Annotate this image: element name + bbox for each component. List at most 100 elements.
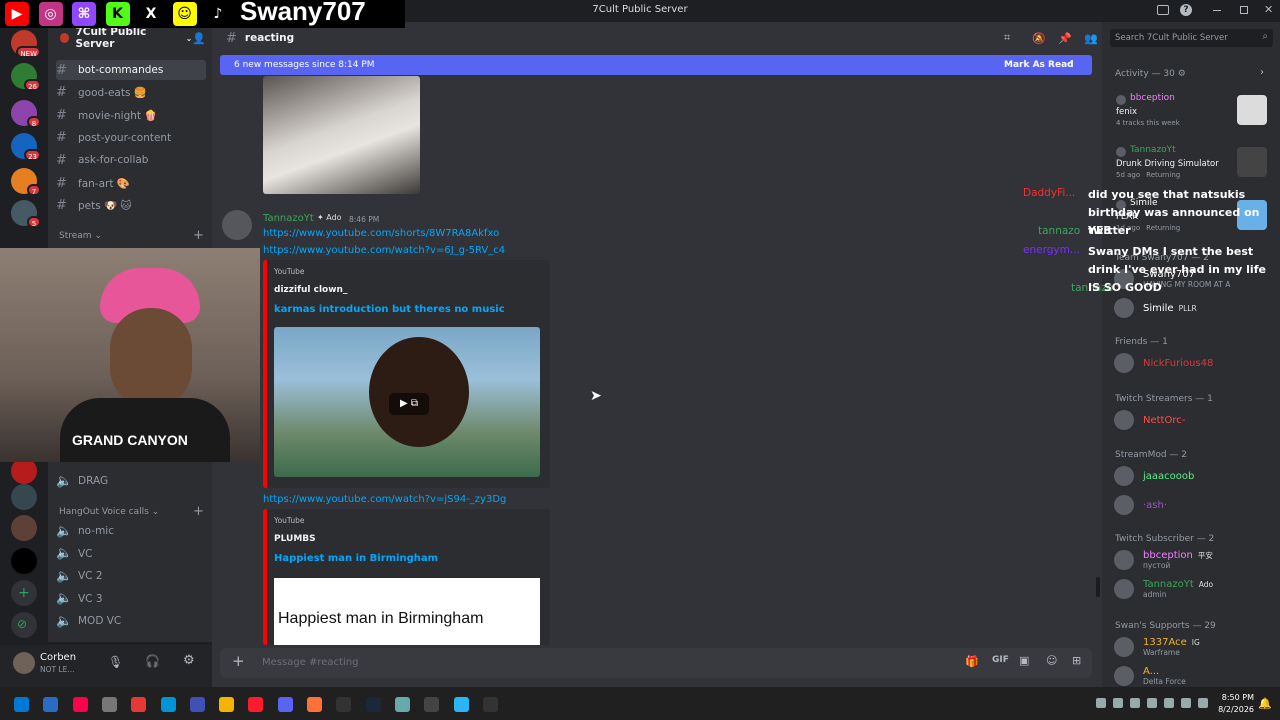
message-link[interactable]: https://www.youtube.com/shorts/8W7RA8Akf… (263, 228, 499, 239)
voice-channel-item[interactable]: 🔈 no-mic (56, 521, 206, 541)
activity-avatar[interactable] (1116, 147, 1126, 157)
voice-channel-item[interactable]: 🔈 DRAG (56, 471, 206, 491)
voice-channel-item[interactable]: 🔈 VC 2 (56, 566, 206, 586)
server-icon[interactable] (11, 515, 37, 541)
windows-icon[interactable] (14, 697, 29, 712)
channel-item[interactable]: # movie-night 🍿 (56, 105, 206, 125)
network-icon[interactable] (1164, 698, 1174, 708)
capcut-icon[interactable] (453, 697, 469, 712)
activity-user[interactable]: TannazoYt (1130, 145, 1176, 155)
maximize-icon[interactable] (1240, 6, 1248, 14)
activity-user[interactable]: bbception (1130, 93, 1175, 103)
threads-icon[interactable]: ⌗ (1004, 31, 1010, 45)
server-icon[interactable]: 7 (11, 168, 41, 196)
member-item[interactable]: 1337Ace IG Warframe (1114, 635, 1276, 659)
add-server-icon[interactable]: + (18, 585, 30, 601)
discord-icon[interactable] (307, 697, 322, 712)
sticker-icon[interactable]: ▣ (1019, 654, 1029, 667)
emoji-icon[interactable]: ☺ (1046, 654, 1057, 667)
member-item[interactable]: NettOrc- (1114, 408, 1276, 432)
explore-icon[interactable]: ⊘ (17, 617, 27, 631)
message-composer[interactable]: + Message #reacting 🎁 GIF ▣ ☺ ⊞ (220, 648, 1092, 678)
search-box[interactable]: Search 7Cult Public Server ⌕ (1110, 29, 1273, 47)
maps-icon[interactable] (160, 697, 176, 712)
add-voice-channel-icon[interactable]: + (193, 504, 204, 519)
steam-tray-icon[interactable] (1113, 698, 1123, 708)
activity-thumbnail[interactable] (1237, 95, 1267, 125)
voice-channel-item[interactable]: 🔈 VC (56, 544, 206, 564)
message-avatar[interactable] (222, 210, 252, 240)
chrome-tray-icon[interactable] (1130, 698, 1140, 708)
embed-title[interactable]: Happiest man in Birmingham (274, 553, 438, 564)
member-item[interactable]: ·ash· (1114, 493, 1276, 517)
server-icon[interactable]: NEW (11, 30, 41, 58)
server-icon[interactable] (11, 484, 37, 510)
inbox-icon[interactable] (1157, 5, 1169, 15)
member-item[interactable]: TannazoYt Ado admin (1114, 577, 1276, 601)
activity-avatar[interactable] (1116, 95, 1126, 105)
close-icon[interactable]: ✕ (1264, 3, 1273, 16)
member-item[interactable]: Simile PLLR (1114, 296, 1276, 320)
chevron-right-icon[interactable]: › (1260, 67, 1264, 78)
mic-tray-icon[interactable] (1147, 698, 1157, 708)
add-member-icon[interactable]: 👤 (192, 32, 206, 45)
video-thumbnail[interactable]: ▶ ⧉ (274, 327, 540, 477)
server-icon[interactable] (11, 548, 37, 574)
bluetooth-icon[interactable] (1096, 698, 1106, 708)
activity-header[interactable]: Activity — 30 ⚙ (1115, 69, 1186, 79)
member-item[interactable]: NickFurious48 (1114, 351, 1276, 375)
help-icon[interactable]: ? (1180, 4, 1192, 16)
explorer-icon[interactable] (248, 697, 264, 712)
member-item[interactable]: bbception 平安 пустой (1114, 548, 1276, 572)
taskview-icon[interactable] (72, 697, 88, 712)
firefox-icon[interactable] (336, 697, 352, 712)
gift-icon[interactable]: 🎁 (965, 655, 979, 668)
clock-date[interactable]: 8/2/2026 (1210, 705, 1254, 714)
user-avatar[interactable] (13, 652, 35, 674)
channel-item[interactable]: # pets 🐶 🐱 (56, 196, 206, 216)
volume-icon[interactable] (1198, 698, 1208, 708)
channel-item[interactable]: # post-your-content (56, 128, 206, 148)
channel-item[interactable]: # bot-commandes (56, 60, 206, 80)
notification-bell-icon[interactable]: 🔔 (1258, 697, 1272, 710)
add-channel-icon[interactable]: + (193, 228, 204, 243)
obs-icon[interactable] (131, 697, 147, 712)
channel-item[interactable]: # good-eats 🍔 (56, 83, 206, 103)
server-icon[interactable]: 23 (11, 133, 41, 161)
embed-title[interactable]: karmas introduction but theres no music (274, 304, 505, 315)
search-icon[interactable] (43, 697, 59, 712)
category-hangout[interactable]: HangOut Voice calls ⌄ (59, 507, 159, 517)
app-icon-2[interactable] (482, 697, 498, 712)
new-messages-banner[interactable]: 6 new messages since 8:14 PM Mark As Rea… (220, 55, 1092, 75)
play-icon[interactable]: ▶ ⧉ (389, 393, 429, 415)
headphones-icon[interactable]: 🎧 (145, 654, 160, 668)
chat-scrollbar[interactable] (1096, 577, 1100, 597)
steam-icon[interactable] (394, 697, 410, 712)
members-toggle-icon[interactable]: 👥 (1084, 32, 1098, 45)
embed-author[interactable]: dizziful clown_ (274, 285, 347, 295)
message-author[interactable]: TannazoYt (263, 213, 314, 224)
embed-author[interactable]: PLUMBS (274, 534, 316, 544)
opera-icon[interactable] (277, 697, 293, 712)
gif-icon[interactable]: GIF (992, 655, 1009, 665)
notifications-icon[interactable]: 🔕 (1032, 32, 1046, 45)
settings-gear-icon[interactable]: ⚙ (183, 653, 195, 668)
message-link[interactable]: https://www.youtube.com/watch?v=6J_g-5RV… (263, 245, 505, 256)
activity-thumbnail[interactable] (1237, 147, 1267, 177)
store-icon[interactable] (424, 697, 440, 712)
microphone-icon[interactable]: 🎙 (108, 655, 123, 669)
clock-time[interactable]: 8:50 PM (1214, 693, 1254, 702)
apps-icon[interactable]: ⊞ (1072, 654, 1081, 667)
voice-channel-item[interactable]: 🔈 VC 3 (56, 589, 206, 609)
tiktok-icon[interactable] (101, 697, 117, 712)
server-icon[interactable]: 26 (11, 63, 41, 91)
upload-plus-icon[interactable]: + (232, 652, 245, 670)
message-link[interactable]: https://www.youtube.com/watch?v=jS94-_zy… (263, 494, 506, 505)
epic-icon[interactable] (365, 697, 381, 712)
pinned-icon[interactable]: 📌 (1058, 32, 1072, 45)
voice-channel-item[interactable]: 🔈 MOD VC (56, 611, 206, 631)
edge-icon[interactable] (189, 697, 205, 712)
category-stream[interactable]: Stream ⌄ (59, 231, 102, 241)
server-icon[interactable]: 5 (11, 200, 41, 228)
app-icon[interactable] (219, 697, 235, 712)
